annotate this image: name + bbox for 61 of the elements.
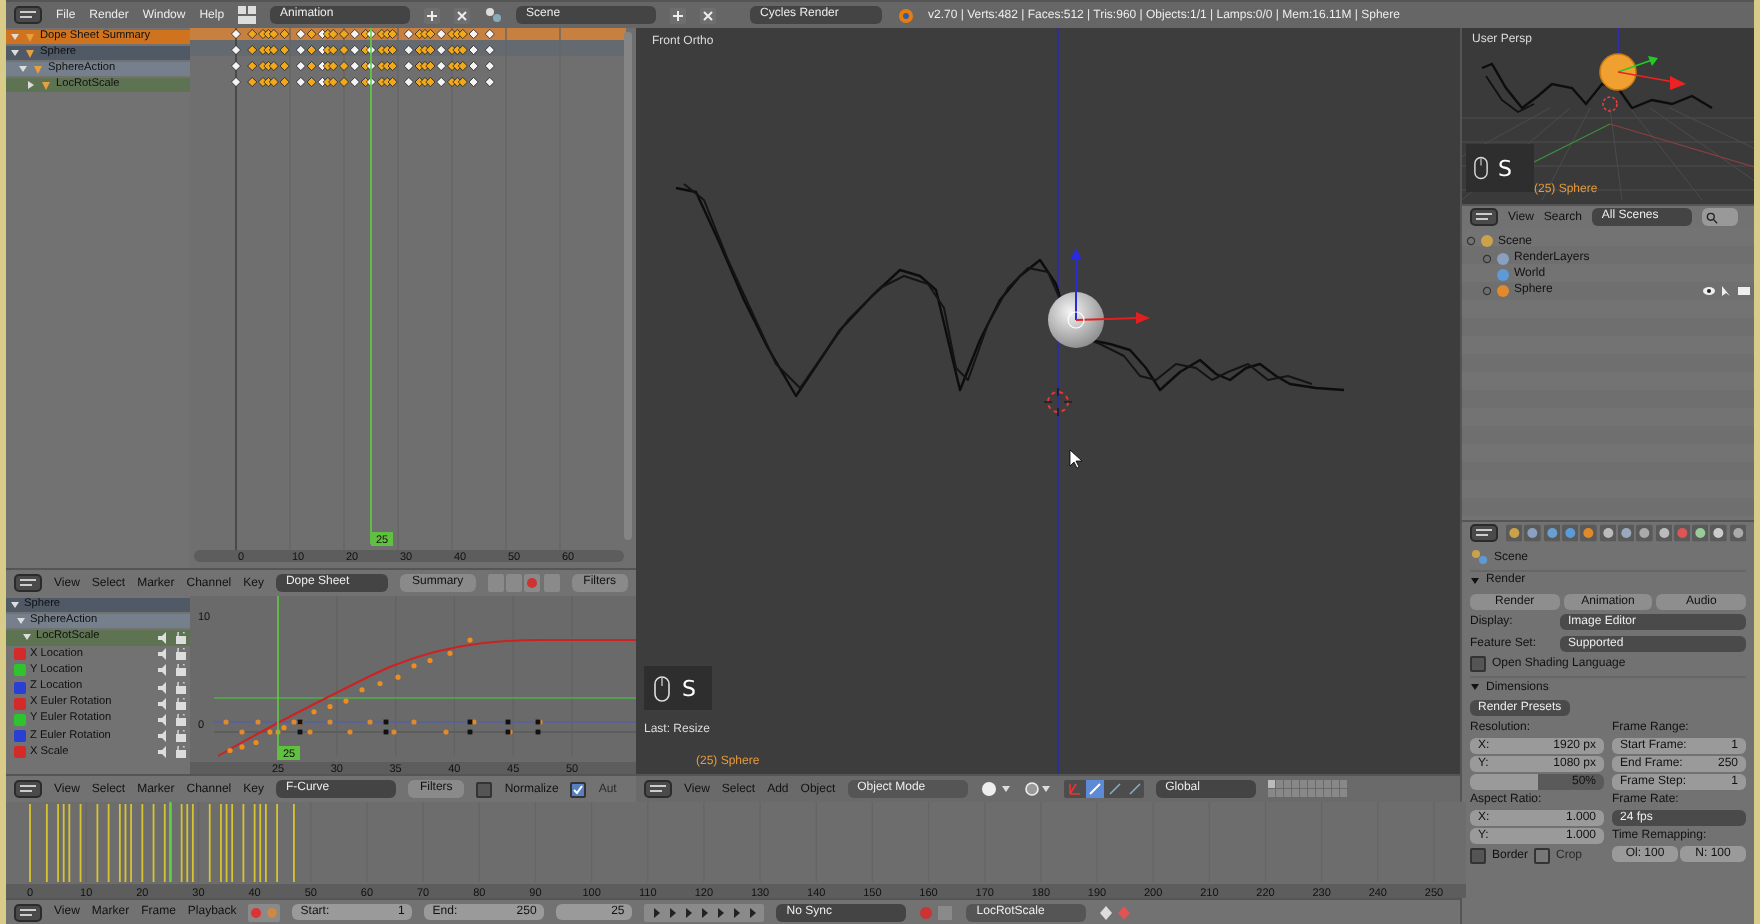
layer-grid-icon[interactable] [1267, 780, 1348, 798]
current-frame-marker [278, 746, 300, 760]
manipulator-icons[interactable] [1063, 780, 1144, 798]
current-frame-line [169, 802, 172, 882]
properties-tab-icon[interactable] [1617, 524, 1635, 542]
mute-lock-icons [158, 746, 186, 759]
expand-icon [1482, 285, 1492, 295]
properties-tab-icon[interactable] [1655, 524, 1672, 542]
properties-tab-icon[interactable] [1561, 524, 1579, 542]
plus-icon[interactable] [670, 7, 687, 23]
mute-lock-icons [158, 713, 186, 726]
properties-tab-icon[interactable] [1580, 524, 1598, 542]
properties-tab-icon[interactable] [1599, 524, 1616, 542]
properties-tab-icon[interactable] [1710, 524, 1728, 542]
transform-gizmo-drawing [1067, 248, 1150, 329]
properties-tab-icon[interactable] [1543, 524, 1560, 542]
plus-icon[interactable] [424, 7, 441, 23]
border-checkbox[interactable] [1470, 847, 1486, 863]
pressed-key: S [682, 675, 696, 701]
editor-type-icon[interactable] [644, 780, 672, 798]
playback-controls[interactable] [644, 903, 765, 921]
mute-lock-icons [158, 697, 186, 710]
close-icon[interactable] [700, 7, 717, 23]
search-icon [1705, 211, 1718, 223]
auto-checkbox[interactable] [570, 781, 587, 797]
sphere-icon [1496, 283, 1510, 297]
mouse-pointer-icon [1069, 449, 1083, 469]
properties-tab-icon[interactable] [1506, 524, 1523, 542]
search-field[interactable] [1701, 208, 1738, 226]
properties-tab-icon[interactable] [1692, 524, 1709, 542]
3d-cursor-icon [1043, 387, 1073, 417]
editor-type-icon[interactable] [14, 574, 42, 592]
mute-lock-icons [158, 681, 186, 694]
pivot-icon[interactable] [1023, 780, 1052, 798]
properties-tab-icon[interactable] [1636, 524, 1653, 542]
logo-icon [896, 6, 915, 24]
mouse-icon [654, 675, 670, 701]
mouse-icon [1474, 156, 1488, 180]
visibility-icons [1702, 283, 1750, 297]
keyframe-insert-icons[interactable] [1098, 903, 1135, 921]
editor-type-icon[interactable] [14, 6, 42, 24]
mute-lock-icons [158, 631, 186, 644]
mute-lock-icons [158, 664, 186, 677]
editor-type-icon[interactable] [1470, 524, 1498, 542]
current-frame-marker [371, 532, 393, 546]
shading-icon[interactable] [979, 780, 1012, 798]
mute-lock-icons [158, 648, 186, 661]
normalize-checkbox[interactable] [476, 781, 493, 797]
collapse-icon [1470, 575, 1480, 585]
properties-tab-icon[interactable] [1729, 524, 1747, 542]
properties-tab-icon[interactable] [1524, 524, 1542, 542]
close-icon[interactable] [454, 7, 471, 23]
editor-type-icon[interactable] [1470, 208, 1498, 226]
osl-checkbox[interactable] [1470, 656, 1486, 672]
mute-lock-icons [158, 730, 186, 743]
editor-type-icon[interactable] [14, 780, 42, 798]
layout-icon [238, 6, 257, 24]
sphere-object [1048, 292, 1104, 348]
collapse-icon [1470, 682, 1480, 692]
editor-type-icon[interactable] [14, 903, 42, 921]
pressed-key: S [1498, 155, 1512, 181]
